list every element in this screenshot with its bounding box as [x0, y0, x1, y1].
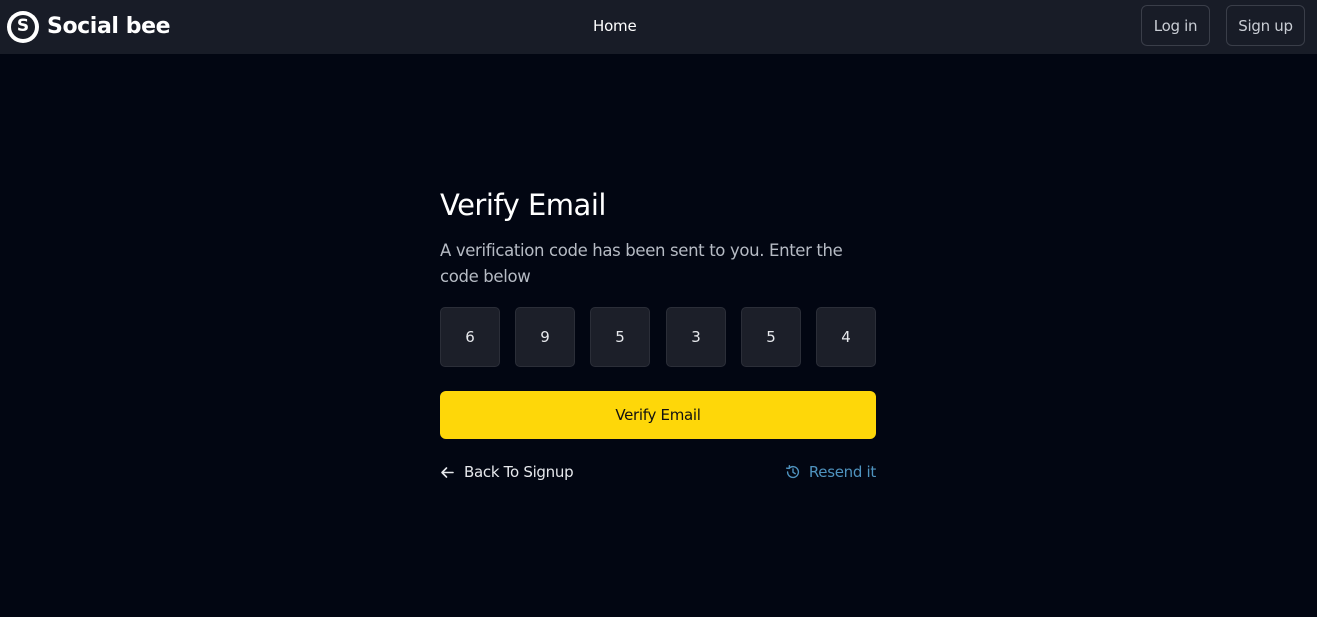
verify-email-button[interactable]: Verify Email: [440, 391, 876, 439]
signup-button[interactable]: Sign up: [1226, 5, 1305, 46]
code-digit-6[interactable]: [816, 307, 876, 367]
code-digit-2[interactable]: [515, 307, 575, 367]
history-icon: [785, 465, 799, 479]
verify-email-card: Verify Email A verification code has bee…: [440, 185, 876, 481]
back-to-signup-label: Back To Signup: [464, 463, 574, 481]
login-button[interactable]: Log in: [1141, 5, 1210, 46]
verification-code-inputs: [440, 307, 876, 367]
code-digit-1[interactable]: [440, 307, 500, 367]
nav-home-link[interactable]: Home: [593, 17, 637, 35]
navbar: S Social bee Home Log in Sign up: [0, 0, 1317, 54]
back-to-signup-link[interactable]: Back To Signup: [440, 463, 574, 481]
resend-label: Resend it: [808, 463, 876, 481]
logo-icon: S: [7, 10, 39, 43]
verify-footer: Back To Signup Resend it: [440, 463, 876, 487]
brand[interactable]: S Social bee: [7, 10, 171, 43]
resend-code-link[interactable]: Resend it: [785, 463, 876, 481]
code-digit-3[interactable]: [590, 307, 650, 367]
arrow-left-icon: [441, 466, 454, 478]
page-title: Verify Email: [440, 188, 606, 222]
verification-instructions: A verification code has been sent to you…: [440, 241, 843, 286]
brand-name: Social bee: [47, 14, 171, 39]
code-digit-4[interactable]: [666, 307, 726, 367]
code-digit-5[interactable]: [741, 307, 801, 367]
logo-initial: S: [11, 14, 35, 39]
